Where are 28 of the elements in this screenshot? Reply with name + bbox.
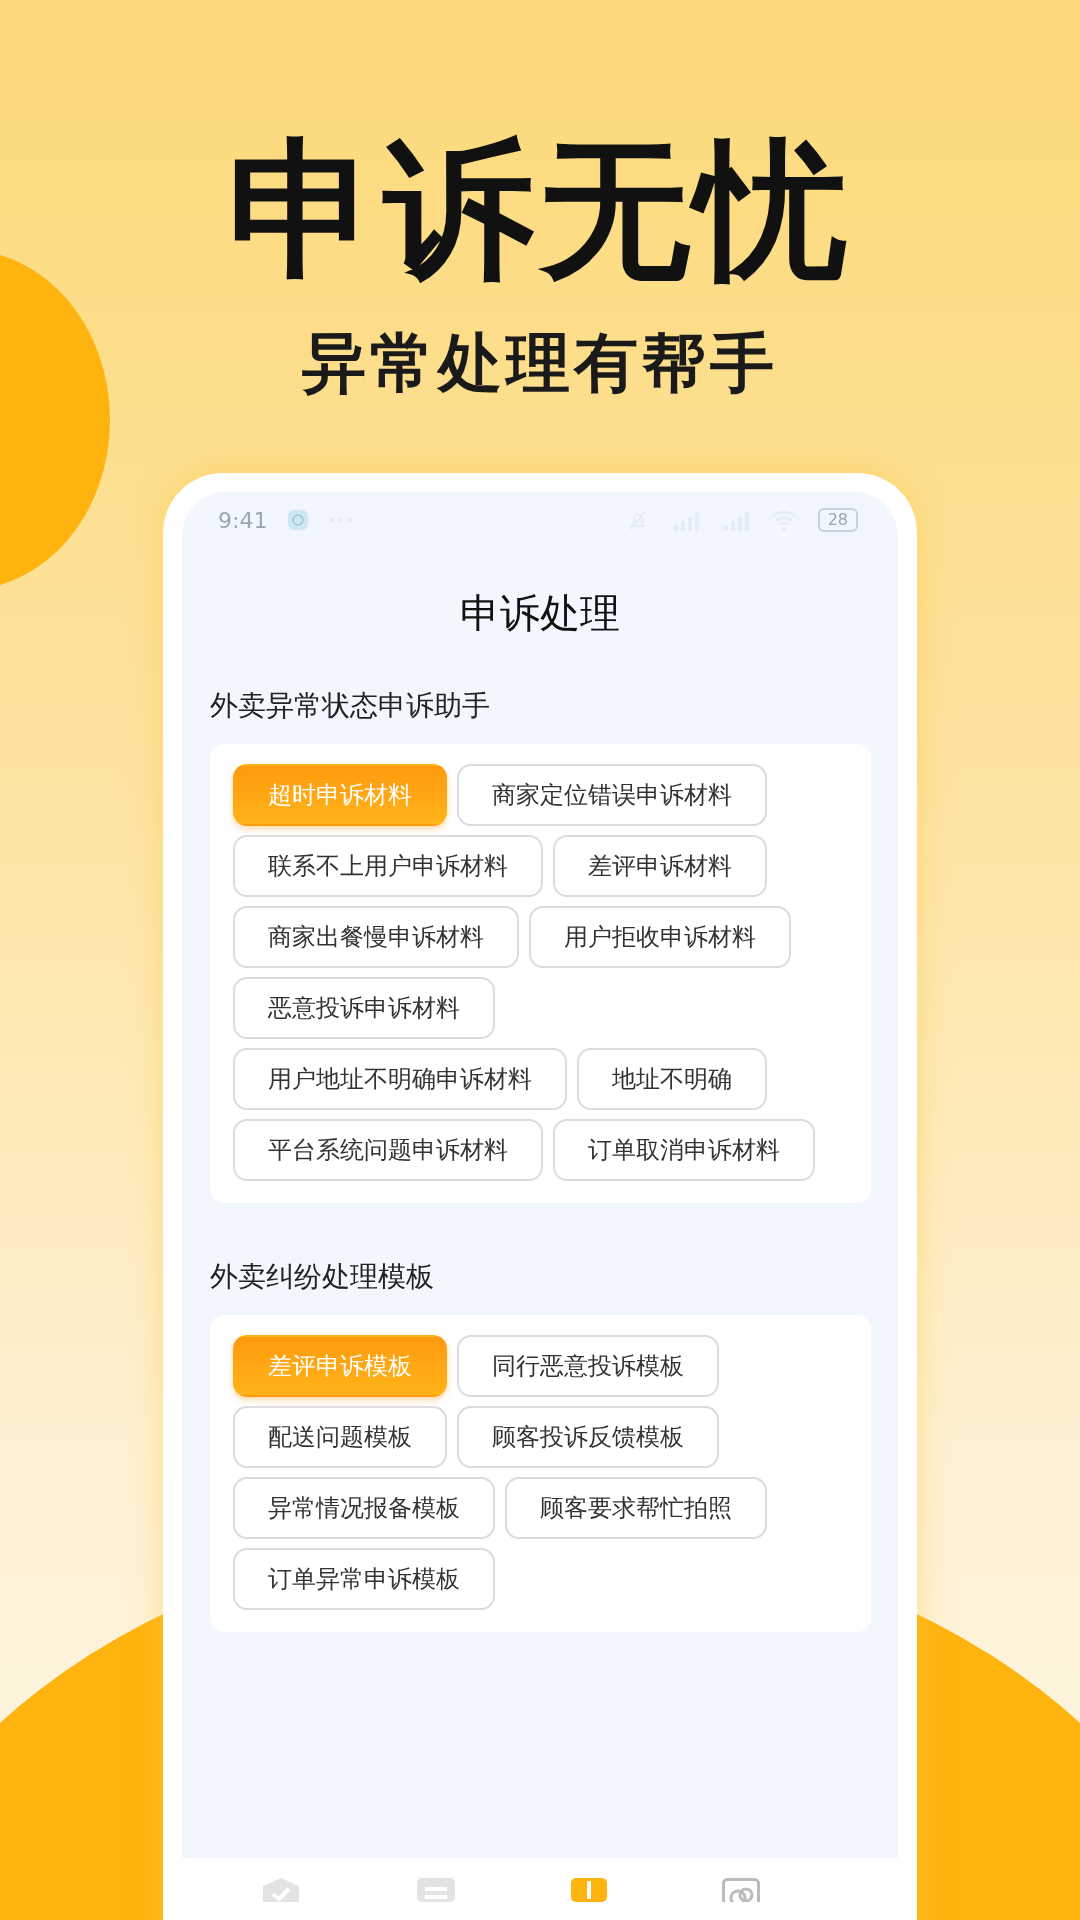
template-chip[interactable]: 同行恶意投诉模板 [457,1335,719,1397]
template-chip[interactable]: 用户拒收申诉材料 [529,906,791,968]
template-chip[interactable]: 地址不明确 [577,1048,767,1110]
template-chip[interactable]: 顾客要求帮忙拍照 [505,1477,767,1539]
template-chip[interactable]: 联系不上用户申诉材料 [233,835,543,897]
template-chip[interactable]: 订单取消申诉材料 [553,1119,815,1181]
screen-title: 申诉处理 [460,589,620,638]
battery-level: 28 [817,508,858,532]
subheadline: 异常处理有帮手 [302,325,778,402]
status-time: 9:41 [218,507,268,533]
template-chip[interactable]: 配送问题模板 [233,1406,447,1468]
template-chip[interactable]: 平台系统问题申诉材料 [233,1119,543,1181]
template-chip[interactable]: 用户地址不明确申诉材料 [233,1048,567,1110]
template-chip[interactable]: 差评申诉材料 [553,835,767,897]
shield-tab-icon[interactable] [260,1878,301,1902]
template-chip[interactable]: 商家出餐慢申诉材料 [233,906,519,968]
gallery-tab-icon[interactable] [721,1878,760,1902]
template-chip[interactable]: 订单异常申诉模板 [233,1548,495,1610]
template-chip[interactable]: 恶意投诉申诉材料 [233,977,495,1039]
template-chip[interactable]: 异常情况报备模板 [233,1477,495,1539]
template-chip[interactable]: 顾客投诉反馈模板 [457,1406,719,1468]
clipboard-tab-icon[interactable] [570,1878,607,1902]
template-chip[interactable]: 商家定位错误申诉材料 [457,764,767,826]
document-tab-icon[interactable] [415,1878,456,1902]
section-title: 外卖异常状态申诉助手 [210,688,491,724]
headline: 申诉无忧 [228,125,852,295]
app-notification-icon [287,509,310,531]
section-title: 外卖纠纷处理模板 [210,1259,435,1295]
